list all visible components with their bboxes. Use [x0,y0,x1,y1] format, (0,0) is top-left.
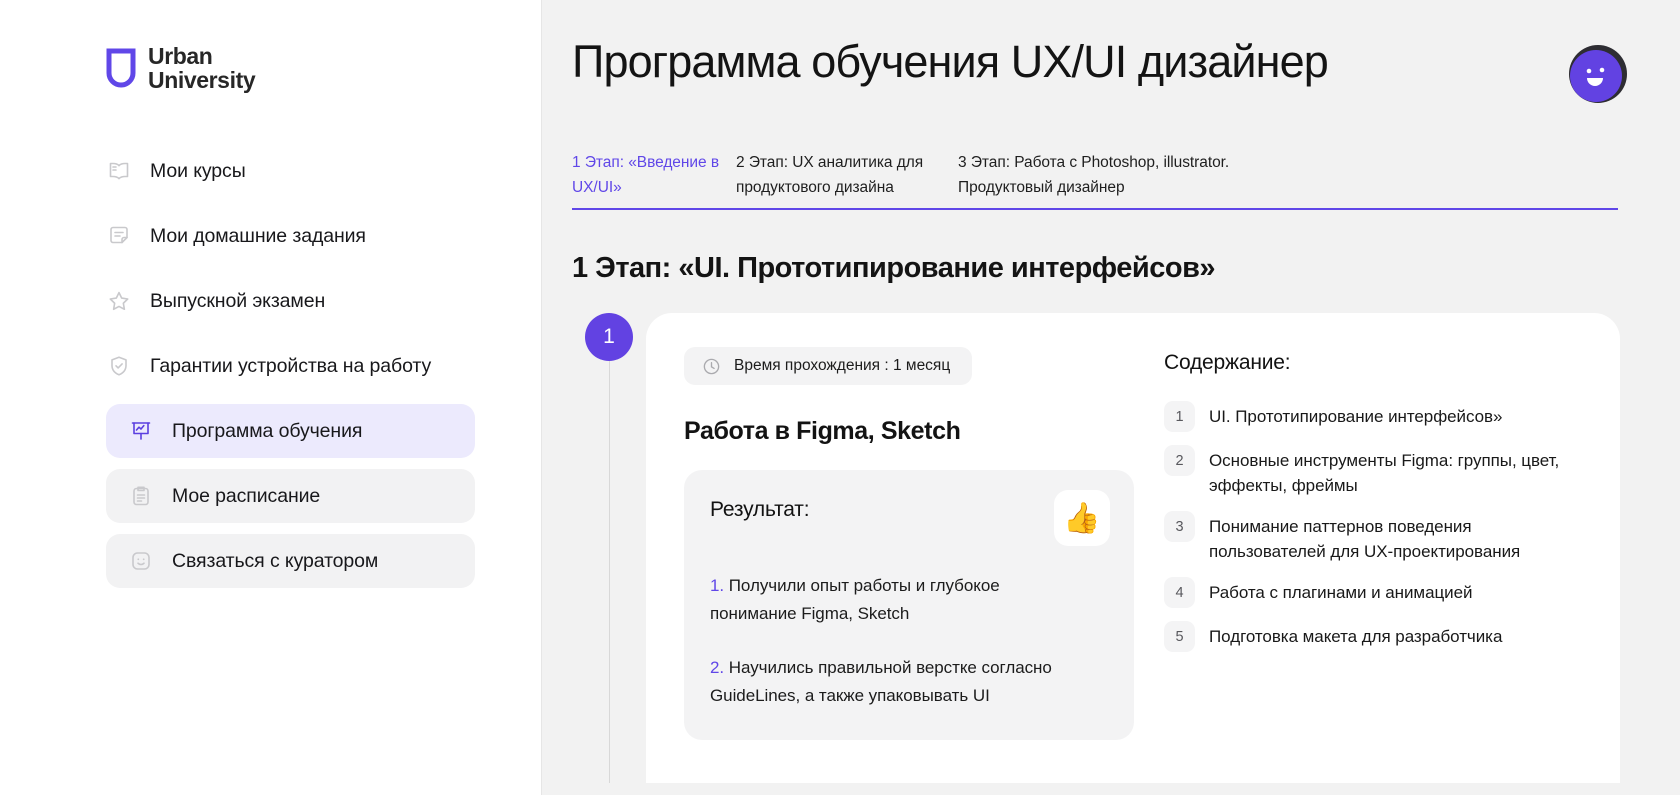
list-item: 4 Работа с плагинами и анимацией [1164,577,1582,608]
brand-line2: University [148,67,256,93]
avatar[interactable] [1568,44,1628,104]
sidebar-item-job-guarantee[interactable]: Гарантии устройства на работу [106,339,475,393]
app-root: Urban University Мои курсы Мои домашние … [0,0,1680,795]
sidebar-item-label: Выпускной экзамен [150,289,326,312]
card-left-column: Время прохождения : 1 месяц Работа в Fig… [684,347,1134,783]
contents-title: Содержание: [1164,351,1291,374]
main-content: Программа обучения UX/UI дизайнер 1 Этап… [542,0,1680,795]
content-text: UI. Прототипирование интерфейсов» [1209,407,1503,426]
shield-u-logo-icon [106,48,136,88]
brand-line1: Urban [148,43,213,69]
content-number: 1 [1164,401,1195,432]
clock-icon [702,357,721,376]
step-rail: 1 [572,313,646,783]
result-item: 2. Научились правильной верстке согласно… [710,654,1080,710]
content-text: Основные инструменты Figma: группы, цвет… [1209,451,1560,495]
result-item: 1. Получили опыт работы и глубокое поним… [710,572,1080,628]
stage-tabs: 1 Этап: «Введение в UX/UI» 2 Этап: UX ан… [572,150,1618,210]
result-item-text: Получили опыт работы и глубокое понимани… [710,576,1000,623]
shield-check-icon [106,353,132,379]
smiley-icon [128,548,154,574]
list-item: 3 Понимание паттернов поведения пользова… [1164,511,1582,564]
content-number: 3 [1164,511,1195,542]
content-text: Работа с плагинами и анимацией [1209,583,1473,602]
sidebar-item-homework[interactable]: Мои домашние задания [106,209,475,263]
duration-label: Время прохождения : 1 месяц [734,357,951,374]
content-number: 4 [1164,577,1195,608]
sidebar-menu: Мои курсы Мои домашние задания Выпускной… [0,144,541,588]
sidebar-item-label: Мое расписание [172,484,321,507]
sidebar-item-contact-curator[interactable]: Связаться с куратором [106,534,475,588]
contents-list: 1 UI. Прототипирование интерфейсов» 2 Ос… [1164,401,1582,652]
sidebar-item-schedule[interactable]: Мое расписание [106,469,475,523]
sidebar-item-label: Гарантии устройства на работу [150,354,432,377]
sidebar-item-label: Мои курсы [150,159,246,182]
sidebar-item-program[interactable]: Программа обучения [106,404,475,458]
star-icon [106,288,132,314]
page-title: Программа обучения UX/UI дизайнер [572,36,1329,87]
sidebar-item-label: Связаться с куратором [172,549,379,572]
book-icon [106,158,132,184]
result-label: Результат: [710,498,810,521]
step-badge: 1 [585,313,633,361]
page-header: Программа обучения UX/UI дизайнер [572,36,1636,104]
list-item: 2 Основные инструменты Figma: группы, цв… [1164,445,1582,498]
clipboard-icon [128,483,154,509]
sidebar-item-label: Мои домашние задания [150,224,366,247]
note-icon [106,223,132,249]
duration-badge: Время прохождения : 1 месяц [684,347,973,385]
sidebar-item-final-exam[interactable]: Выпускной экзамен [106,274,475,328]
content-number: 2 [1164,445,1195,476]
stage-block: 1 Время прохождения : 1 месяц Работа в F… [572,313,1636,783]
sidebar: Urban University Мои курсы Мои домашние … [0,0,542,795]
content-text: Понимание паттернов поведения пользовате… [1209,517,1521,561]
list-item: 1 UI. Прототипирование интерфейсов» [1164,401,1582,432]
stage-card: Время прохождения : 1 месяц Работа в Fig… [646,313,1620,783]
card-right-column: Содержание: 1 UI. Прототипирование интер… [1164,347,1582,783]
presentation-chart-icon [128,418,154,444]
thumbs-up-icon: 👍 [1054,490,1110,546]
rail-line [608,359,610,783]
tab-stage-2[interactable]: 2 Этап: UX аналитика для продуктового ди… [736,150,958,200]
brand-name: Urban University [148,43,256,93]
tab-stage-1[interactable]: 1 Этап: «Введение в UX/UI» [572,150,736,200]
sidebar-item-my-courses[interactable]: Мои курсы [106,144,475,198]
content-text: Подготовка макета для разработчика [1209,627,1503,646]
result-item-number: 1. [710,576,725,595]
tab-stage-3[interactable]: 3 Этап: Работа с Photoshop, illustrator.… [958,150,1318,200]
content-number: 5 [1164,621,1195,652]
list-item: 5 Подготовка макета для разработчика [1164,621,1582,652]
result-item-number: 2. [710,658,725,677]
result-item-text: Научились правильной верстке согласно Gu… [710,658,1052,705]
sidebar-item-label: Программа обучения [172,419,363,442]
result-box: Результат: 👍 1. Получили опыт работы и г… [684,470,1134,740]
section-title: 1 Этап: «UI. Прототипирование интерфейсо… [572,252,1216,284]
brand-logo[interactable]: Urban University [106,44,541,92]
block-title: Работа в Figma, Sketch [684,417,961,445]
